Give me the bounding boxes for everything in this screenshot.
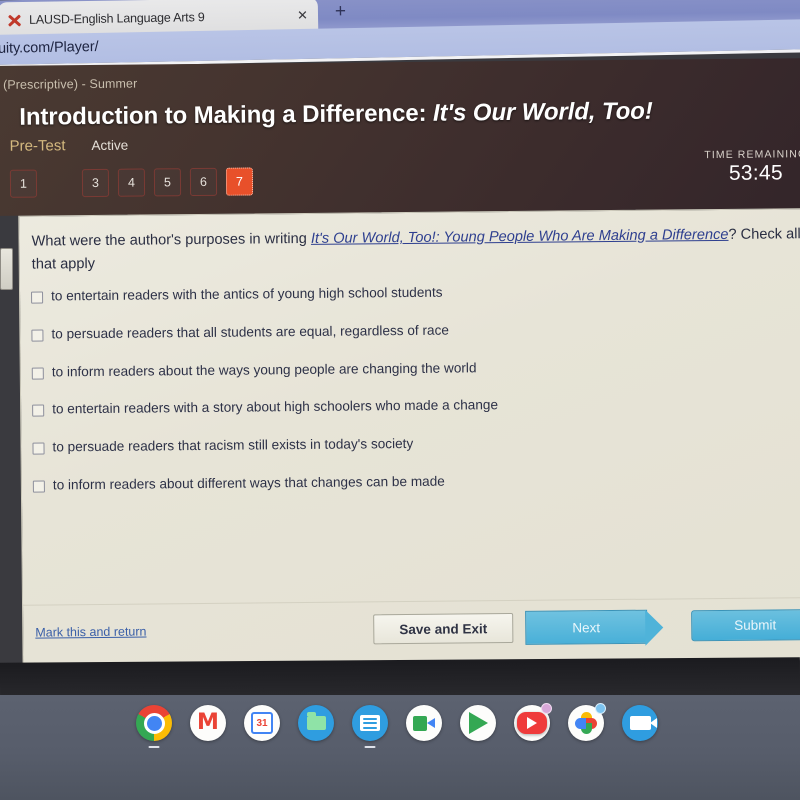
google-meet-icon[interactable] (406, 705, 442, 741)
left-edge-panel-tab[interactable] (0, 248, 13, 290)
question-button-4[interactable]: 4 (117, 168, 146, 197)
notification-badge (541, 703, 552, 714)
answer-option[interactable]: to entertain readers with a story about … (32, 395, 772, 418)
taskbar: M 31 (0, 695, 800, 800)
book-title-link[interactable]: It's Our World, Too!: Young People Who A… (311, 227, 729, 247)
page-title-book: It's Our World, Too! (432, 97, 653, 127)
answer-option-label: to inform readers about the ways young p… (51, 359, 477, 380)
running-indicator-dot (364, 745, 376, 748)
answer-options: to entertain readers with the antics of … (31, 282, 773, 516)
status-badge: Active (91, 137, 129, 154)
question-button-7-current[interactable]: 7 (225, 167, 254, 196)
chrome-icon[interactable] (136, 705, 172, 748)
assessment-type-label: Pre-Test (9, 137, 66, 155)
submit-button[interactable]: Submit (691, 609, 800, 642)
question-button-6[interactable]: 6 (189, 167, 218, 197)
course-breadcrumb: B (Prescriptive) - Summer (0, 76, 138, 92)
answer-option[interactable]: to persuade readers that racism still ex… (32, 433, 772, 456)
page-title: Introduction to Making a Difference: It'… (19, 98, 653, 132)
taskbar-icons: M 31 (136, 703, 658, 748)
checkbox-icon[interactable] (32, 442, 45, 455)
gmail-m-glyph: M (197, 710, 219, 735)
answer-option-label: to entertain readers with a story about … (52, 397, 499, 417)
save-and-exit-button[interactable]: Save and Exit (373, 612, 514, 645)
question-text-before: What were the author's purposes in writi… (31, 230, 311, 250)
answer-option-label: to persuade readers that all students ar… (51, 322, 449, 342)
question-text: What were the author's purposes in writi… (31, 223, 800, 276)
answer-option[interactable]: to inform readers about the ways young p… (31, 357, 772, 380)
assessment-app: B (Prescriptive) - Summer Introduction t… (0, 58, 800, 726)
play-triangle-glyph (468, 712, 488, 734)
browser-tab-title: LAUSD-English Language Arts 9 (28, 10, 205, 27)
camera-icon[interactable] (622, 705, 658, 741)
gmail-icon[interactable]: M (190, 705, 226, 741)
photos-pinwheel-glyph (575, 712, 597, 734)
camera-glyph (629, 716, 657, 730)
next-button[interactable]: Next (525, 609, 648, 645)
checkbox-icon[interactable] (32, 480, 45, 493)
page-title-main: Introduction to Making a Difference: (19, 99, 434, 131)
checkbox-icon[interactable] (31, 329, 44, 342)
youtube-play-glyph (517, 712, 547, 734)
answer-option[interactable]: to inform readers about different ways t… (32, 471, 773, 494)
question-button-3[interactable]: 3 (81, 168, 110, 198)
running-indicator-dot (148, 745, 160, 748)
checkbox-icon[interactable] (32, 404, 45, 418)
question-button-1[interactable]: 1 (9, 169, 38, 198)
timer: TIME REMAINING 53:45 (686, 148, 800, 186)
checkbox-icon[interactable] (31, 367, 44, 380)
close-icon[interactable]: ✕ (297, 7, 310, 23)
files-icon[interactable] (298, 705, 334, 741)
document-lines-glyph (360, 715, 380, 731)
timer-value: 53:45 (728, 161, 784, 185)
play-store-icon[interactable] (460, 705, 496, 741)
answer-option-label: to entertain readers with the antics of … (50, 284, 443, 304)
timer-label: TIME REMAINING (704, 148, 800, 162)
checkbox-icon[interactable] (31, 291, 44, 304)
close-x-favicon-icon (6, 12, 22, 28)
assessment-meta: Pre-Test Active (10, 137, 129, 155)
question-number-nav: 1 3 4 5 6 7 (9, 167, 254, 198)
question-card: What were the author's purposes in writi… (18, 207, 800, 668)
card-footer: Mark this and return Save and Exit Next … (23, 596, 800, 667)
meet-camera-glyph (413, 715, 435, 731)
answer-option[interactable]: to entertain readers with the antics of … (31, 282, 771, 305)
screen: LAUSD-English Language Arts 9 ✕ + nuity.… (0, 0, 800, 800)
mark-this-and-return-link[interactable]: Mark this and return (35, 625, 146, 640)
calendar-day-number: 31 (251, 712, 273, 734)
answer-option-label: to inform readers about different ways t… (52, 473, 445, 493)
answer-option[interactable]: to persuade readers that all students ar… (31, 319, 771, 342)
address-bar-url: nuity.com/Player/ (0, 38, 99, 57)
new-tab-button[interactable]: + (335, 1, 346, 23)
google-photos-icon[interactable] (568, 703, 606, 741)
question-button-5[interactable]: 5 (153, 168, 182, 197)
answer-option-label: to persuade readers that racism still ex… (52, 436, 414, 455)
google-calendar-icon[interactable]: 31 (244, 705, 280, 741)
app-header: B (Prescriptive) - Summer Introduction t… (0, 58, 800, 216)
notification-badge (595, 703, 606, 714)
folder-glyph (306, 712, 326, 730)
google-docs-icon[interactable] (352, 705, 388, 748)
youtube-icon[interactable] (514, 703, 552, 741)
